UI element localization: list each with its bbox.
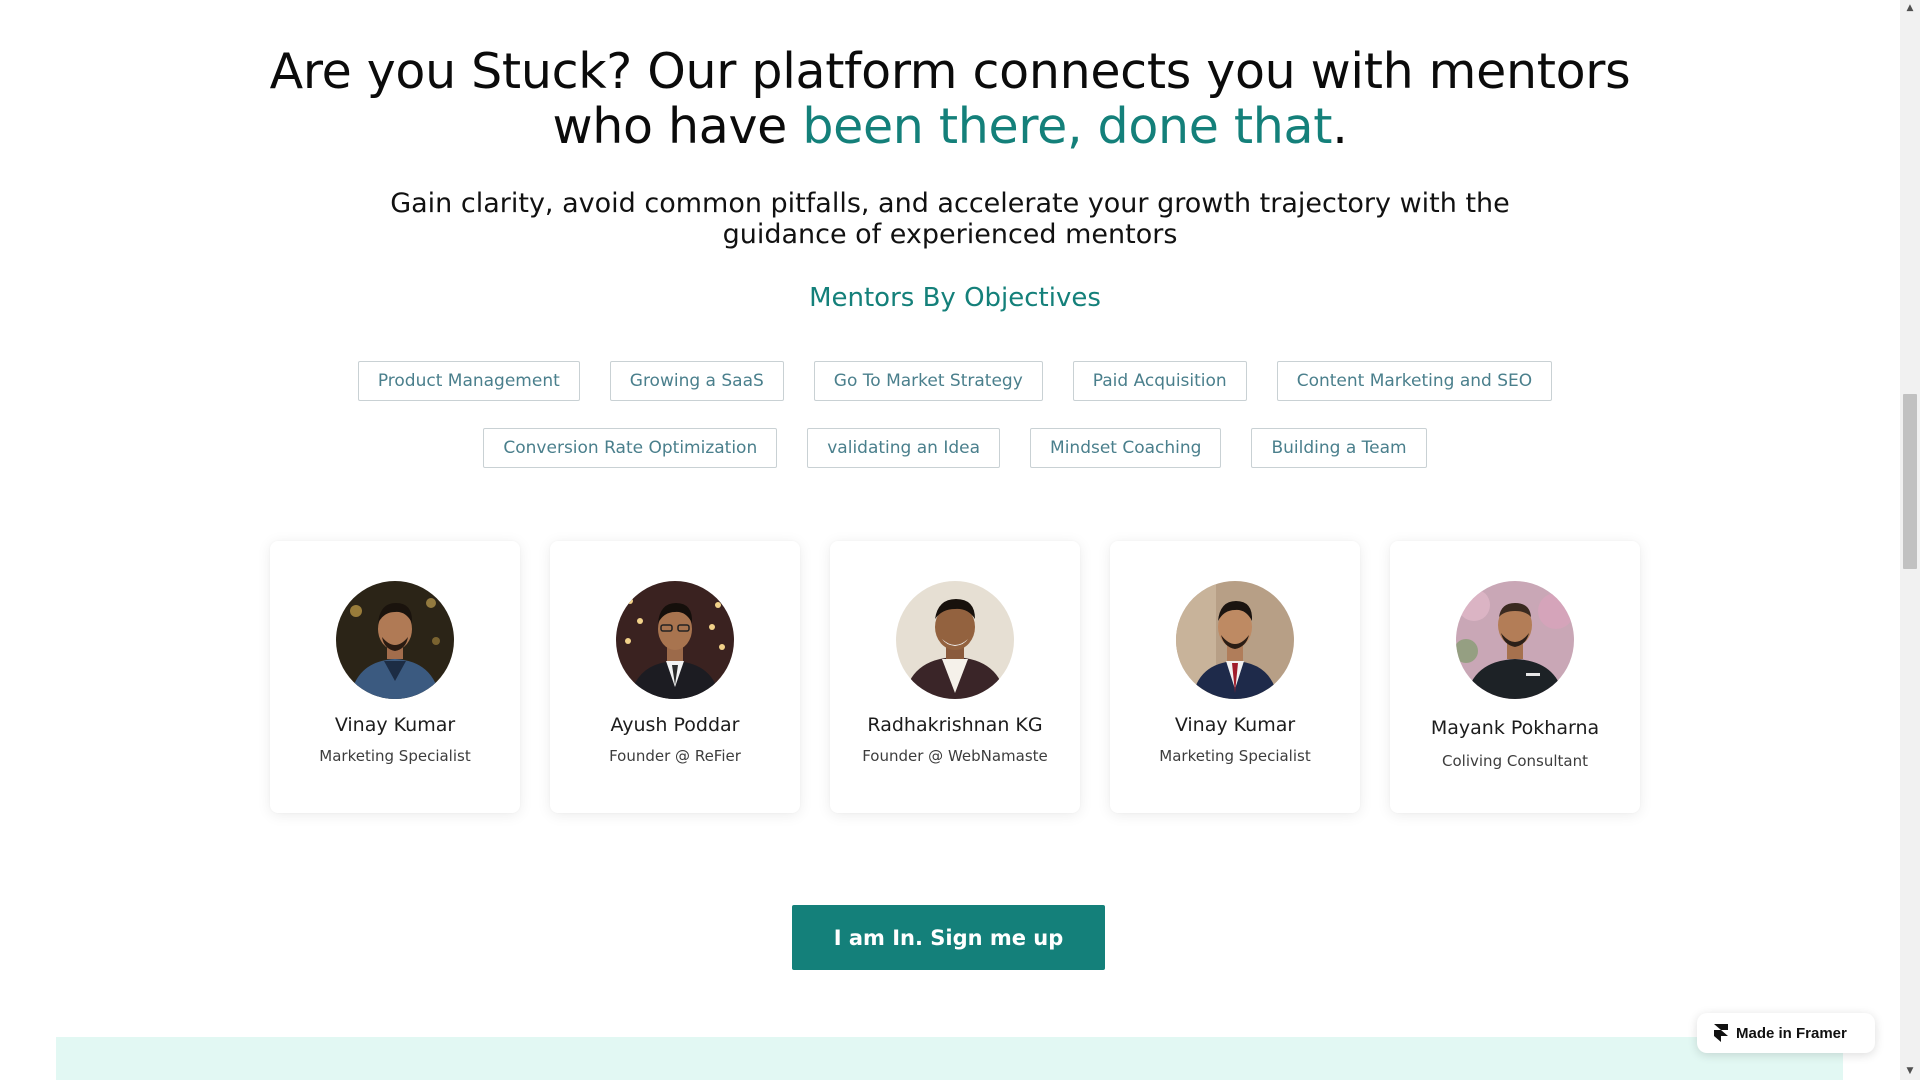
hero-title-line1: Are you Stuck? Our platform connects you… <box>269 43 1631 100</box>
objective-chip-building-team[interactable]: Building a Team <box>1251 428 1427 468</box>
hero-title-end: . <box>1332 98 1348 155</box>
objectives-heading: Mentors By Objectives <box>809 283 1101 313</box>
scrollbar[interactable]: ▲ ▼ <box>1900 0 1920 1080</box>
objective-chip-mindset-coaching[interactable]: Mindset Coaching <box>1030 428 1222 468</box>
page: Are you Stuck? Our platform connects you… <box>0 0 1900 1080</box>
hero-subtitle: Gain clarity, avoid common pitfalls, and… <box>390 188 1510 250</box>
scroll-up-arrow-icon[interactable]: ▲ <box>1900 0 1920 17</box>
avatar <box>1456 581 1574 699</box>
mentor-name: Vinay Kumar <box>334 714 456 736</box>
avatar <box>896 581 1014 699</box>
mentor-card[interactable]: Ayush Poddar Founder @ ReFier <box>550 541 800 813</box>
mentor-photo-icon <box>336 581 454 699</box>
objective-chip-conversion-rate[interactable]: Conversion Rate Optimization <box>483 428 778 468</box>
avatar <box>1176 581 1294 699</box>
hero-title: Are you Stuck? Our platform connects you… <box>0 44 1900 154</box>
objectives-row-1: Product Management Growing a SaaS Go To … <box>0 361 1910 401</box>
mentor-name: Ayush Poddar <box>610 714 740 736</box>
mentor-name: Radhakrishnan KG <box>867 714 1043 736</box>
avatar <box>336 581 454 699</box>
mentor-name: Mayank Pokharna <box>1430 717 1600 739</box>
scrollbar-thumb[interactable] <box>1903 394 1917 569</box>
mentor-card[interactable]: Mayank Pokharna Coliving Consultant <box>1390 541 1640 813</box>
mentor-role: Coliving Consultant <box>1442 752 1588 770</box>
mentor-card[interactable]: Vinay Kumar Marketing Specialist <box>1110 541 1360 813</box>
mentor-name: Vinay Kumar <box>1174 714 1296 736</box>
next-section-band <box>56 1037 1843 1080</box>
mentor-photo-icon <box>616 581 734 699</box>
objective-chip-product-management[interactable]: Product Management <box>357 361 580 401</box>
made-in-framer-badge[interactable]: Made in Framer <box>1697 1013 1875 1053</box>
mentor-role: Marketing Specialist <box>319 747 471 765</box>
objective-chip-content-marketing-seo[interactable]: Content Marketing and SEO <box>1276 361 1553 401</box>
mentor-role: Founder @ ReFier <box>609 747 741 765</box>
objectives-row-2: Conversion Rate Optimization validating … <box>0 428 1910 468</box>
objective-chip-validating-idea[interactable]: validating an Idea <box>807 428 1001 468</box>
objective-chip-paid-acquisition[interactable]: Paid Acquisition <box>1072 361 1247 401</box>
mentor-photo-icon <box>1456 581 1574 699</box>
avatar <box>616 581 734 699</box>
framer-logo-icon <box>1714 1024 1728 1042</box>
objective-chip-growing-saas[interactable]: Growing a SaaS <box>609 361 784 401</box>
sign-up-button[interactable]: I am In. Sign me up <box>792 905 1105 970</box>
mentor-card[interactable]: Vinay Kumar Marketing Specialist <box>270 541 520 813</box>
mentor-photo-icon <box>896 581 1014 699</box>
mentor-role: Marketing Specialist <box>1159 747 1311 765</box>
mentor-role: Founder @ WebNamaste <box>862 747 1048 765</box>
hero-title-accent: been there, done that <box>802 98 1333 155</box>
hero-title-line2: who have <box>552 98 803 155</box>
mentor-card[interactable]: Radhakrishnan KG Founder @ WebNamaste <box>830 541 1080 813</box>
mentor-photo-icon <box>1176 581 1294 699</box>
objective-chip-go-to-market[interactable]: Go To Market Strategy <box>813 361 1043 401</box>
scroll-down-arrow-icon[interactable]: ▼ <box>1900 1063 1920 1080</box>
mentor-cards: Vinay Kumar Marketing Specialist Ayush P… <box>270 541 1640 813</box>
badge-label: Made in Framer <box>1736 1024 1847 1042</box>
